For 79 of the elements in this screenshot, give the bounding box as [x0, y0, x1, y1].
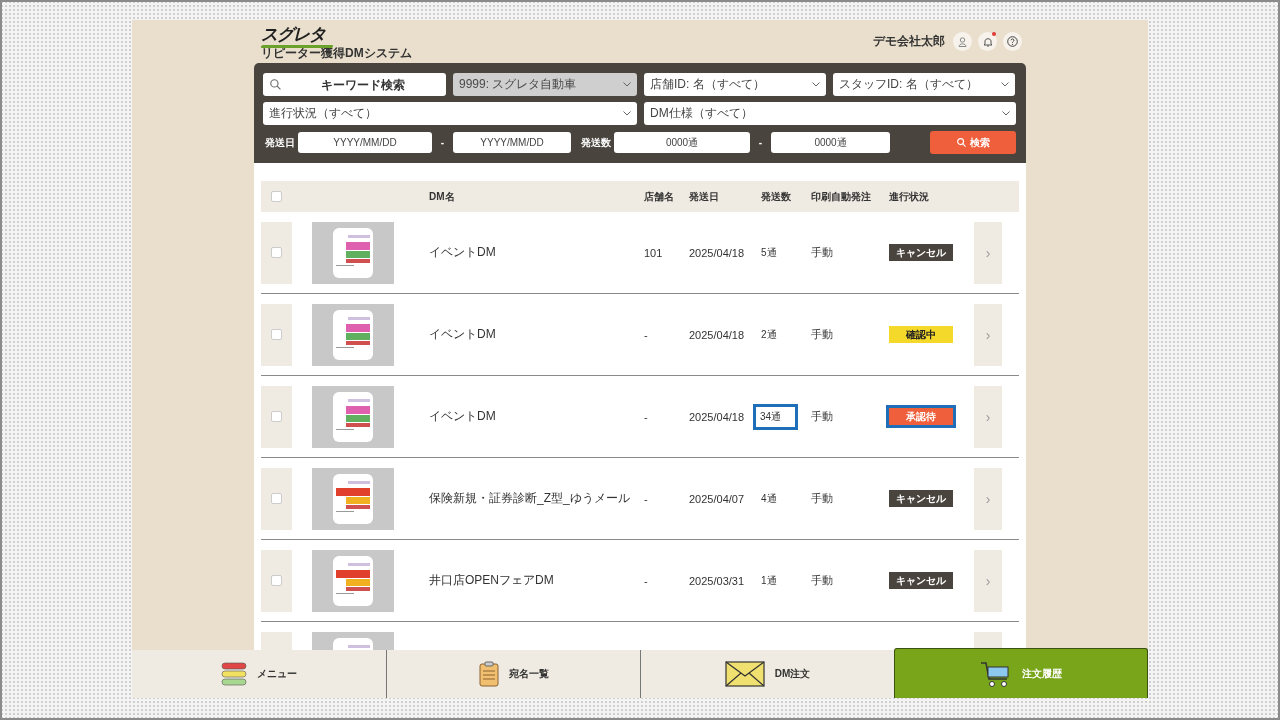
user-name: デモ会社太郎 — [873, 33, 945, 50]
row-checkbox[interactable] — [271, 493, 282, 504]
search-icon — [270, 79, 281, 90]
search-icon — [956, 138, 966, 147]
send-count: 1通 — [761, 573, 777, 588]
logo: スグレタ — [261, 26, 327, 44]
help-icon — [1007, 36, 1018, 47]
select-all-checkbox[interactable] — [271, 190, 282, 202]
store-name: 101 — [644, 246, 664, 259]
logo-tagline: リピーター獲得DMシステム — [261, 49, 412, 57]
clipboard-icon — [478, 661, 499, 687]
print-order: 手動 — [811, 245, 834, 260]
store-name: - — [644, 328, 649, 341]
progress-select[interactable]: 進行状況（すべて） — [263, 102, 637, 125]
send-count: 5通 — [761, 245, 777, 260]
send-date: 2025/04/18 — [689, 246, 746, 259]
store-name: - — [644, 410, 649, 423]
print-order: 手動 — [811, 491, 834, 506]
dm-name: 井口店OPENフェアDM — [429, 572, 555, 589]
range-separator: - — [439, 137, 446, 148]
status-tag: キャンセル — [889, 572, 953, 589]
nav-tab[interactable]: 宛名一覧 — [386, 650, 640, 698]
status-tag: キャンセル — [889, 244, 953, 261]
nav-tab[interactable]: DM注文 — [640, 650, 894, 698]
row-checkbox[interactable] — [271, 247, 282, 258]
send-date: 2025/03/31 — [689, 574, 746, 587]
store-name: - — [644, 492, 649, 505]
dm-name: イベントDM — [429, 244, 497, 261]
column-header: DM名 — [429, 189, 456, 204]
chevron-down-icon — [623, 111, 631, 116]
print-order: 手動 — [811, 409, 834, 424]
status-tag: キャンセル — [889, 490, 953, 507]
row-checkbox[interactable] — [271, 575, 282, 586]
row-checkbox[interactable] — [271, 329, 282, 340]
dm-name: イベントDM — [429, 408, 497, 425]
send-count: 2通 — [761, 327, 777, 342]
chevron-down-icon — [812, 82, 820, 87]
column-header: 進行状況 — [889, 189, 930, 204]
notification-button[interactable] — [978, 32, 997, 51]
cart-icon — [980, 659, 1012, 688]
envelope-icon — [724, 661, 765, 687]
column-header: 発送数 — [761, 189, 792, 204]
print-order: 手動 — [811, 573, 834, 588]
send-date: 2025/04/07 — [689, 492, 746, 505]
range-separator: - — [757, 137, 764, 148]
chevron-down-icon — [1002, 111, 1010, 116]
date-to-field[interactable]: YYYY/MM/DD — [453, 132, 571, 153]
dm-name: 保険新規・証券診断_Z型_ゆうメール — [429, 490, 631, 507]
send-date: 2025/04/18 — [689, 410, 746, 423]
date-from-field[interactable]: YYYY/MM/DD — [298, 132, 432, 153]
search-button[interactable]: 検索 — [930, 131, 1016, 154]
chevron-down-icon — [623, 82, 631, 87]
status-tag: 確認中 — [889, 326, 953, 343]
count-from-field[interactable]: 0000通 — [614, 132, 750, 153]
help-button[interactable] — [1003, 32, 1022, 51]
send-count: 34通 — [753, 403, 799, 430]
send-count: 4通 — [761, 491, 777, 506]
column-header: 店舗名 — [644, 189, 675, 204]
send-count-label: 発送数 — [581, 135, 611, 150]
chevron-down-icon — [1001, 82, 1009, 87]
send-date: 2025/04/18 — [689, 328, 746, 341]
staff-select[interactable]: スタッフID: 名（すべて） — [833, 73, 1015, 96]
user-button[interactable] — [953, 32, 972, 51]
menu-icon — [221, 661, 247, 687]
count-to-field[interactable]: 0000通 — [771, 132, 890, 153]
store-select[interactable]: 店舗ID: 名（すべて） — [644, 73, 826, 96]
dm-spec-select[interactable]: DM仕様（すべて） — [644, 102, 1016, 125]
status-tag: 承認待 — [889, 408, 953, 425]
column-header: 印刷自動発注 — [811, 189, 872, 204]
dm-name: イベントDM — [429, 326, 497, 343]
send-date-label: 発送日 — [265, 135, 295, 150]
user-icon — [958, 36, 967, 47]
nav-tab[interactable]: メニュー — [132, 650, 386, 698]
bell-icon — [982, 36, 993, 47]
column-header: 発送日 — [689, 189, 720, 204]
store-name: - — [644, 574, 649, 587]
print-order: 手動 — [811, 327, 834, 342]
row-checkbox[interactable] — [271, 411, 282, 422]
keyword-search-field[interactable]: キーワード検索 — [263, 73, 446, 96]
